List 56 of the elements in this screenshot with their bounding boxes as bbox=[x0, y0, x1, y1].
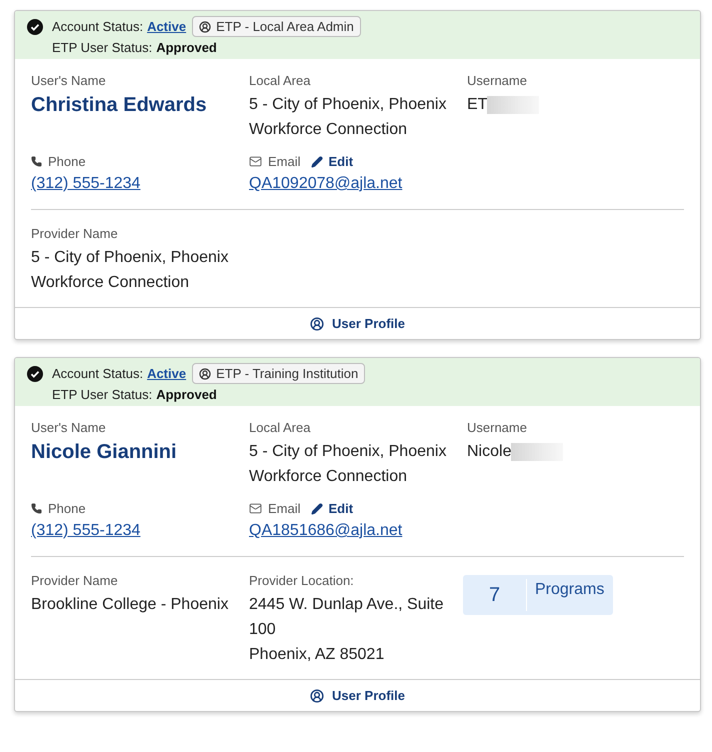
phone-link[interactable]: (312) 555-1234 bbox=[31, 520, 249, 542]
user-circle-icon bbox=[310, 688, 324, 702]
address-line: 2445 W. Dunlap Ave., Suite 100 bbox=[249, 595, 444, 640]
status-link[interactable]: Active bbox=[147, 19, 186, 34]
field-value: ET bbox=[467, 95, 488, 115]
field-label: Email bbox=[268, 154, 301, 169]
field-value: 5 - City of Phoenix, Phoenix Workforce Connection bbox=[31, 248, 230, 293]
field-value: Brookline College - Phoenix bbox=[31, 595, 230, 615]
programs-button[interactable]: 7 Programs bbox=[463, 575, 613, 615]
field-value: 5 - City of Phoenix, Phoenix Workforce Connection bbox=[249, 95, 448, 140]
field-label: Provider Name bbox=[31, 573, 119, 588]
user-circle-icon bbox=[310, 316, 324, 330]
email-link[interactable]: QA1851686@ajla.net bbox=[249, 520, 467, 542]
mail-icon bbox=[249, 155, 262, 168]
status-label: ETP User Status: bbox=[52, 387, 152, 402]
edit-link[interactable]: Edit bbox=[310, 501, 354, 516]
user-name: Christina Edwards bbox=[31, 94, 208, 117]
email-link[interactable]: QA1092078@ajla.net bbox=[249, 173, 467, 195]
check-circle-icon bbox=[27, 366, 43, 382]
phone-icon bbox=[31, 503, 42, 514]
status-link[interactable]: Active bbox=[147, 366, 186, 381]
user-profile-link[interactable]: User Profile bbox=[15, 307, 700, 339]
address-line: Phoenix, AZ 85021 bbox=[249, 645, 386, 665]
field-value: 5 - City of Phoenix, Phoenix Workforce Connection bbox=[249, 442, 448, 487]
status-label: Account Status: bbox=[52, 366, 144, 381]
status-label: ETP User Status: bbox=[52, 40, 152, 55]
field-label: Email bbox=[268, 501, 301, 516]
field-label: Provider Name bbox=[31, 226, 119, 241]
field-value: Nicole bbox=[467, 442, 512, 462]
pencil-icon bbox=[310, 156, 323, 168]
status-value: Approved bbox=[156, 387, 217, 402]
redacted-block bbox=[511, 442, 564, 460]
field-label: Username bbox=[467, 73, 528, 88]
field-label: Phone bbox=[48, 154, 86, 169]
user-circle-icon bbox=[199, 20, 212, 32]
edit-link[interactable]: Edit bbox=[310, 154, 354, 169]
field-label: Phone bbox=[48, 501, 86, 516]
role-tag: ETP - Training Institution bbox=[192, 363, 366, 384]
status-label: Account Status: bbox=[52, 19, 144, 34]
field-label: Username bbox=[467, 420, 528, 435]
user-profile-link[interactable]: User Profile bbox=[15, 679, 700, 711]
phone-link[interactable]: (312) 555-1234 bbox=[31, 173, 249, 195]
check-circle-icon bbox=[27, 19, 43, 35]
user-name: Nicole Giannini bbox=[31, 441, 178, 464]
role-tag: ETP - Local Area Admin bbox=[192, 16, 361, 37]
user-circle-icon bbox=[199, 368, 212, 380]
field-label: User's Name bbox=[31, 420, 107, 435]
field-label: User's Name bbox=[31, 73, 107, 88]
field-label: Provider Location: bbox=[249, 573, 355, 588]
status-value: Approved bbox=[156, 40, 217, 55]
field-label: Local Area bbox=[249, 73, 312, 88]
field-label: Local Area bbox=[249, 420, 312, 435]
phone-icon bbox=[31, 156, 42, 167]
redacted-block bbox=[487, 96, 540, 114]
pencil-icon bbox=[310, 502, 323, 514]
mail-icon bbox=[249, 502, 262, 515]
